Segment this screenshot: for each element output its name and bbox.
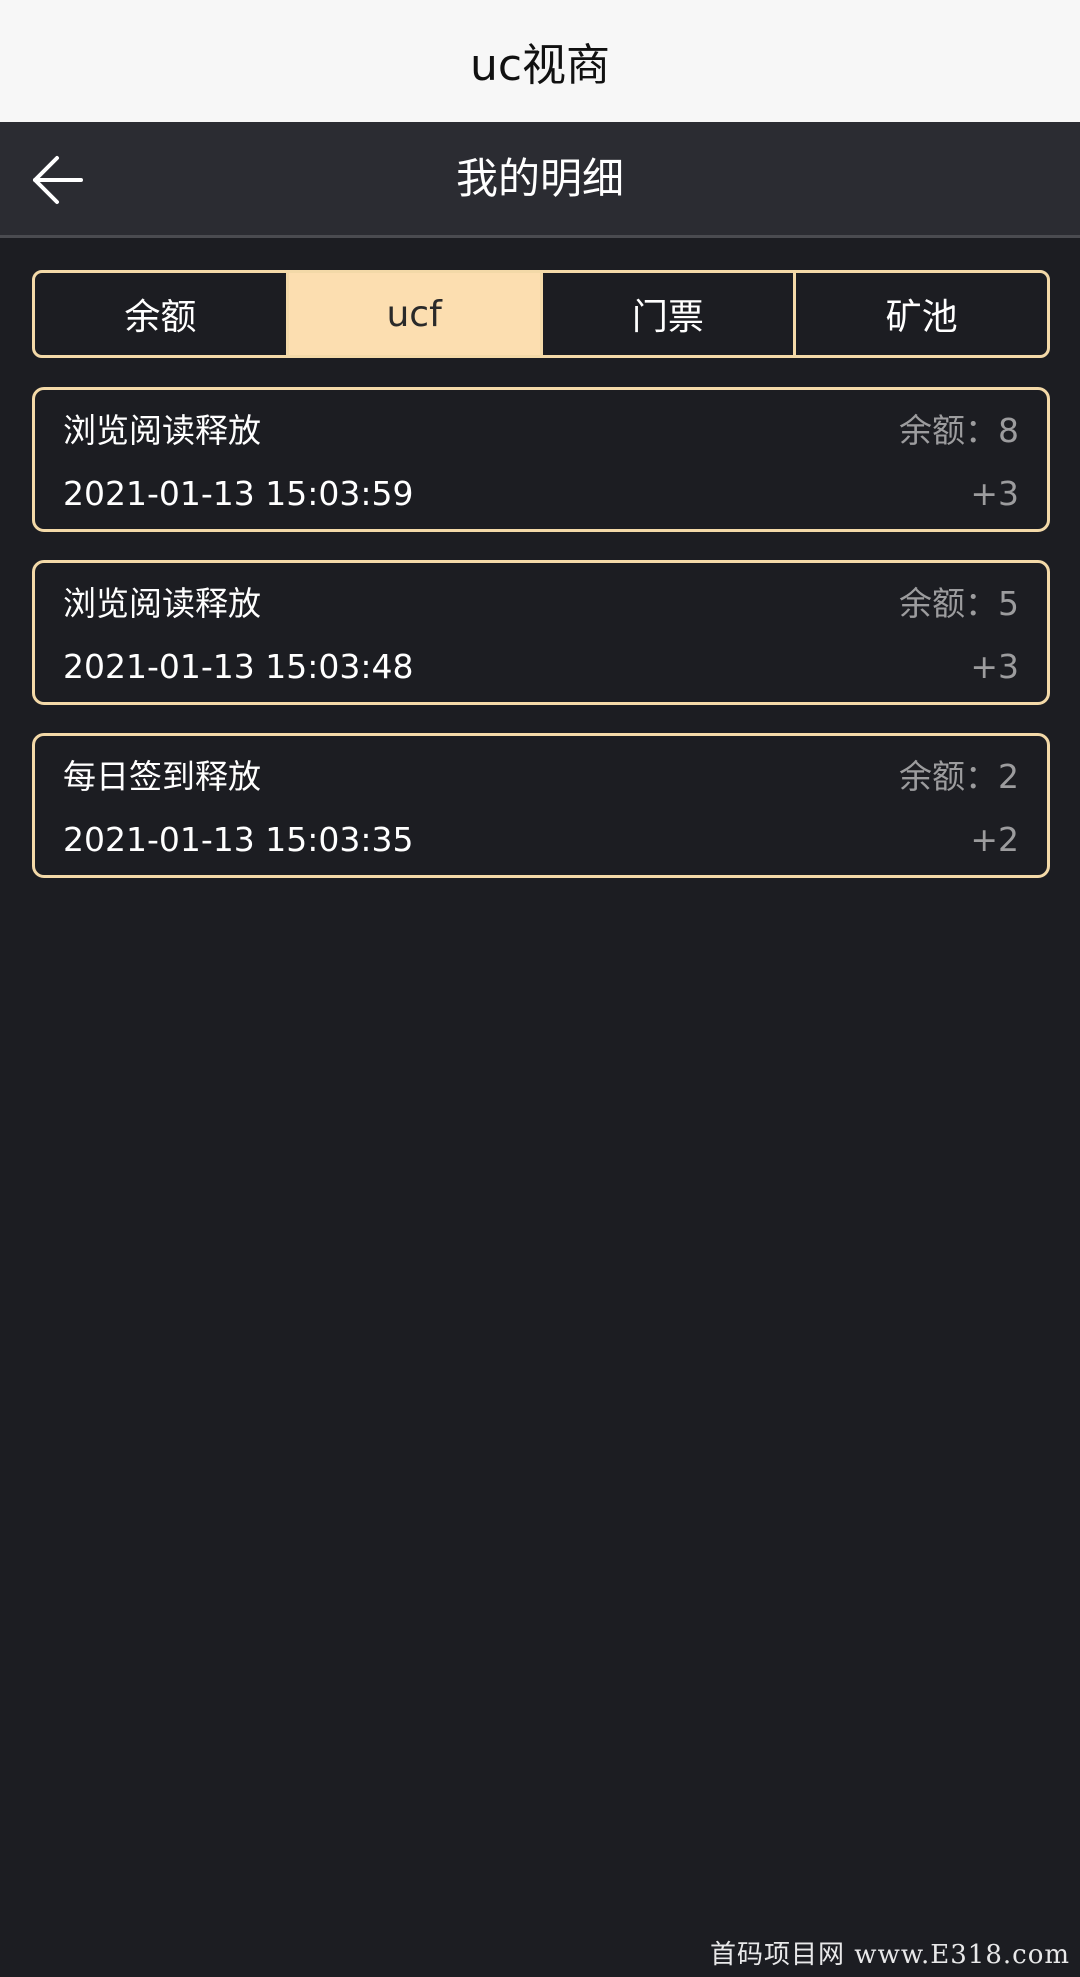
tab-bar: 余额 ucf 门票 矿池 xyxy=(32,270,1050,358)
page-title: 我的明细 xyxy=(455,154,624,203)
app-title: uc视商 xyxy=(469,40,611,91)
app-titlebar: uc视商 xyxy=(0,0,1080,122)
record-title: 浏览阅读释放 xyxy=(63,584,261,623)
record-amount: +3 xyxy=(970,647,1019,686)
tab-balance[interactable]: 余额 xyxy=(35,273,289,355)
record-balance: 余额：5 xyxy=(899,584,1019,623)
record-list: 浏览阅读释放 余额：8 2021-01-13 15:03:59 +3 浏览阅读释… xyxy=(32,387,1050,906)
record-balance: 余额：8 xyxy=(899,411,1019,450)
record-title: 浏览阅读释放 xyxy=(63,411,261,450)
record-balance: 余额：2 xyxy=(899,757,1019,796)
record-amount: +2 xyxy=(970,820,1019,859)
record-time: 2021-01-13 15:03:35 xyxy=(63,820,414,859)
record-time: 2021-01-13 15:03:59 xyxy=(63,474,414,513)
record-title: 每日签到释放 xyxy=(63,757,261,796)
tab-mining-pool[interactable]: 矿池 xyxy=(796,273,1047,355)
navbar: 我的明细 xyxy=(0,122,1080,238)
record-amount: +3 xyxy=(970,474,1019,513)
record-item: 浏览阅读释放 余额：5 2021-01-13 15:03:48 +3 xyxy=(32,560,1050,705)
watermark: 首码项目网 www.E318.com xyxy=(710,1940,1070,1970)
tab-tickets[interactable]: 门票 xyxy=(543,273,797,355)
tab-ucf[interactable]: ucf xyxy=(288,273,543,355)
record-item: 浏览阅读释放 余额：8 2021-01-13 15:03:59 +3 xyxy=(32,387,1050,532)
record-item: 每日签到释放 余额：2 2021-01-13 15:03:35 +2 xyxy=(32,733,1050,878)
record-time: 2021-01-13 15:03:48 xyxy=(63,647,414,686)
